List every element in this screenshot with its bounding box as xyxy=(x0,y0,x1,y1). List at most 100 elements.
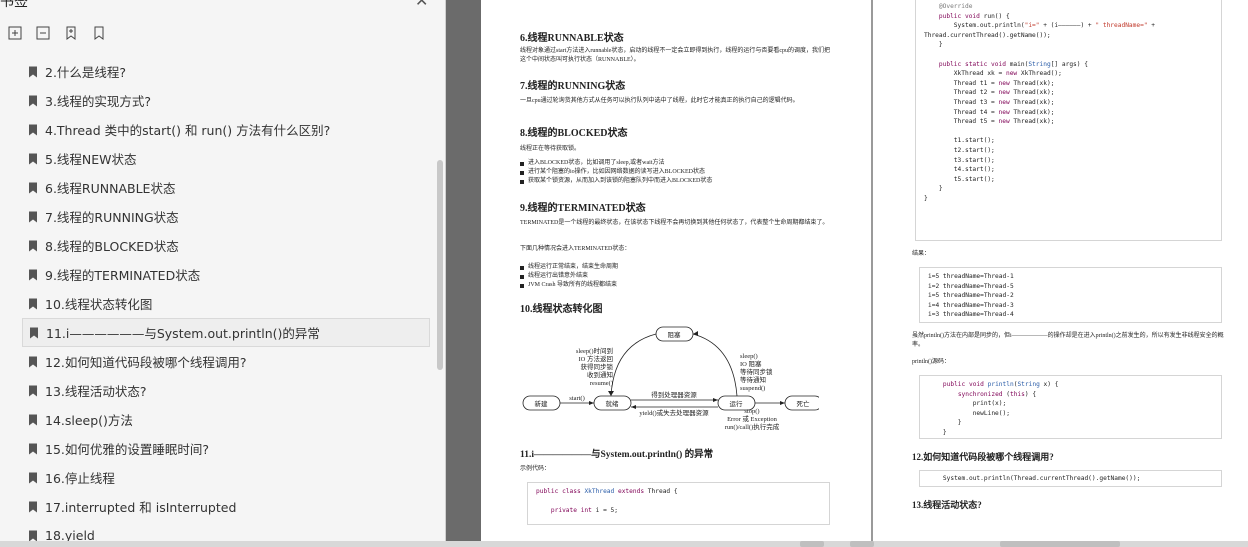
sidebar-bookmark-item[interactable]: 10.线程状态转化图 xyxy=(22,289,430,318)
bookmark-icon xyxy=(29,269,37,280)
label-blocked: 阻塞 xyxy=(668,330,682,339)
sidebar-item-label: 15.如何优雅的设置睡眠时间? xyxy=(45,442,210,457)
collapse-all-icon[interactable] xyxy=(34,24,52,42)
heading-6: 6.线程RUNNABLE状态 xyxy=(520,33,624,44)
sidebar-bookmark-item[interactable]: 12.如何知道代码段被哪个线程调用? xyxy=(22,347,430,376)
result-line: i=5 threadName=Thread-2 xyxy=(928,292,1014,300)
sidebar-item-label: 12.如何知道代码段被哪个线程调用? xyxy=(45,355,247,370)
result-line: i=4 threadName=Thread-3 xyxy=(928,301,1014,309)
sidebar-bookmark-item[interactable]: 3.线程的实现方式? xyxy=(22,86,430,115)
sidebar-bookmark-item[interactable]: 9.线程的TERMINATED状态 xyxy=(22,260,430,289)
heading-10: 10.线程状态转化图 xyxy=(520,304,603,315)
left-line: IO 方法返回 xyxy=(579,354,613,363)
dead-line: Error 或 Exception xyxy=(727,414,778,423)
sidebar-bookmark-item[interactable]: 13.线程活动状态? xyxy=(22,376,430,405)
bookmark-icon xyxy=(29,124,37,135)
list-item: JVM Crash 导致所有的线程都结束 xyxy=(520,281,832,290)
heading-11: 11.i——————与System.out.println() 的异常 xyxy=(520,450,714,460)
sidebar-item-label: 9.线程的TERMINATED状态 xyxy=(45,268,201,283)
sidebar-bookmark-item[interactable]: 4.Thread 类中的start() 和 run() 方法有什么区别? xyxy=(22,115,430,144)
scrollbar[interactable] xyxy=(437,160,443,370)
bullet-list-9: 线程运行正常结束，结束生命周期 线程运行出错意外结束 JVM Crash 导致所… xyxy=(520,263,832,290)
scroll-thumb[interactable] xyxy=(1000,541,1120,547)
sidebar-item-label: 16.停止线程 xyxy=(45,471,115,486)
label-new: 新建 xyxy=(535,399,549,408)
sidebar-item-label: 17.interrupted 和 isInterrupted xyxy=(45,500,237,515)
bookmark-icon xyxy=(29,443,37,454)
sidebar-item-label: 10.线程状态转化图 xyxy=(45,297,153,312)
label-dead: 死亡 xyxy=(797,399,811,408)
bookmark-icon xyxy=(29,182,37,193)
println-label: println()源码： xyxy=(912,359,950,365)
pdf-page-left: 6.线程RUNNABLE状态 线程对象通过start方法进入runnable状态… xyxy=(481,0,871,547)
sidebar-toolbar xyxy=(6,24,108,42)
horizontal-scrollbar[interactable] xyxy=(0,541,1248,547)
bookmark-icon xyxy=(29,240,37,251)
sidebar-item-label: 13.线程活动状态? xyxy=(45,384,147,399)
sidebar-item-label: 14.sleep()方法 xyxy=(45,413,133,428)
code-block-12: System.out.println(Thread.currentThread(… xyxy=(919,470,1222,487)
scroll-thumb[interactable] xyxy=(800,541,824,547)
list-item: 线程运行正常结束，结束生命周期 xyxy=(520,263,832,272)
bookmark-icon xyxy=(29,95,37,106)
bookmark-icon xyxy=(29,385,37,396)
label-get-cpu: 得到处理器资源 xyxy=(651,390,697,399)
close-icon[interactable]: ✕ xyxy=(415,0,428,10)
sidebar-bookmark-item[interactable]: 6.线程RUNNABLE状态 xyxy=(22,173,430,202)
result-block: i=5 threadName=Thread-1 i=2 threadName=Th… xyxy=(919,267,1222,323)
expand-all-icon[interactable] xyxy=(6,24,24,42)
paragraph-after: 虽然println()方法在内部是同步的，但i——————的操作却是在进入pri… xyxy=(912,333,1224,348)
bookmark-icon xyxy=(29,356,37,367)
result-line: i=2 threadName=Thread-5 xyxy=(928,282,1014,290)
scroll-thumb[interactable] xyxy=(850,541,874,547)
sidebar-item-label: 6.线程RUNNABLE状态 xyxy=(45,181,176,196)
sidebar-bookmark-item[interactable]: 11.i——————与System.out.println()的异常 xyxy=(22,318,430,347)
list-item: 进入BLOCKED状态，比如调用了sleep,或者wait方法 xyxy=(520,159,832,168)
sidebar-item-label: 5.线程NEW状态 xyxy=(45,152,137,167)
sidebar-bookmark-item[interactable]: 5.线程NEW状态 xyxy=(22,144,430,173)
code-block-main: @Override public void run() { System.out… xyxy=(915,0,1222,241)
left-line: 收到通知 xyxy=(587,370,613,379)
heading-8: 8.线程的BLOCKED状态 xyxy=(520,128,628,139)
left-line: 获得同步锁 xyxy=(581,362,614,371)
bullet-list-8: 进入BLOCKED状态，比如调用了sleep,或者wait方法 进行某个阻塞的i… xyxy=(520,159,832,186)
bookmark-icon[interactable] xyxy=(90,24,108,42)
label-yield: yield()或失去处理器资源 xyxy=(639,408,709,417)
right-line: sleep() xyxy=(740,353,758,360)
label-ready: 就绪 xyxy=(606,399,620,408)
bookmark-icon xyxy=(29,530,37,541)
paragraph-9: TERMINATED是一个线程的最终状态，在该状态下线程不会再切换到其他任何状态… xyxy=(520,220,829,226)
list-item: 获取某个锁资源，从而加入到该锁的阻塞队列中而进入BLOCKED状态 xyxy=(520,177,832,186)
paragraph-11: 示例代码： xyxy=(520,466,551,472)
heading-13: 13.线程活动状态? xyxy=(912,500,982,510)
sidebar-bookmark-item[interactable]: 2.什么是线程? xyxy=(22,57,430,86)
code-block-xkthread: public class XkThread extends Thread { p… xyxy=(527,482,830,525)
dead-line: stop() xyxy=(744,408,759,415)
paragraph-8: 线程正在等待获取锁。 xyxy=(520,146,581,152)
bookmark-list: 2.什么是线程? 3.线程的实现方式? 4.Thread 类中的start() 和 … xyxy=(22,57,430,547)
result-line: i=5 threadName=Thread-1 xyxy=(928,273,1014,280)
heading-9: 9.线程的TERMINATED状态 xyxy=(520,203,646,214)
sidebar-bookmark-item[interactable]: 14.sleep()方法 xyxy=(22,405,430,434)
sidebar-bookmark-item[interactable]: 7.线程的RUNNING状态 xyxy=(22,202,430,231)
dead-line: run()/call()执行完成 xyxy=(725,422,780,431)
pdf-page-right: @Override public void run() { System.out… xyxy=(873,0,1248,547)
result-label: 结果： xyxy=(912,251,931,257)
add-bookmark-icon[interactable] xyxy=(62,24,80,42)
sidebar-item-label: 7.线程的RUNNING状态 xyxy=(45,210,179,225)
sidebar-item-label: 2.什么是线程? xyxy=(45,65,127,80)
sidebar-bookmark-item[interactable]: 8.线程的BLOCKED状态 xyxy=(22,231,430,260)
right-line: suspend() xyxy=(740,385,765,392)
sidebar-bookmark-item[interactable]: 15.如何优雅的设置睡眠时间? xyxy=(22,434,430,463)
paragraph-9b: 下面几种情况会进入TERMINATED状态： xyxy=(520,246,631,252)
label-run: 运行 xyxy=(730,399,744,408)
sidebar-bookmark-item[interactable]: 16.停止线程 xyxy=(22,463,430,492)
sidebar-bookmark-item[interactable]: 17.interrupted 和 isInterrupted xyxy=(22,492,430,521)
list-item: 线程运行出错意外结束 xyxy=(520,272,832,281)
bookmark-icon xyxy=(29,211,37,222)
state-diagram: 新建 就绪 运行 死亡 阻塞 start() 得到处理器资源 yield()或失… xyxy=(522,326,819,431)
left-line: resume() xyxy=(590,380,613,387)
bookmark-icon xyxy=(29,414,37,425)
paragraph-7: 一旦cpu通过轮询货其他方式从任务可以执行队列中选中了线程，此时它才能真正的执行… xyxy=(520,98,799,104)
sidebar-item-label: 11.i——————与System.out.println()的异常 xyxy=(46,326,320,341)
